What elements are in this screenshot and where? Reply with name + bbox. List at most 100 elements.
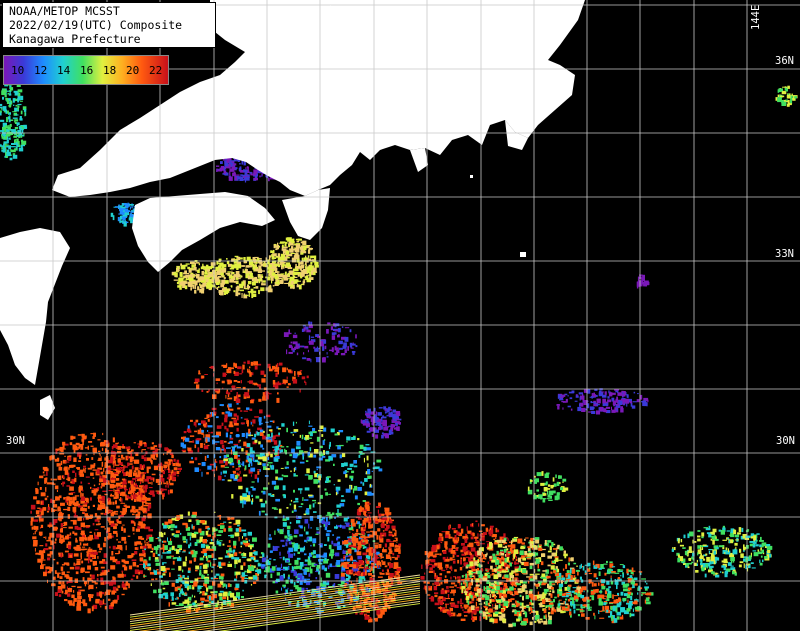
sst-pixel	[270, 495, 274, 497]
sst-pixel	[275, 485, 279, 490]
sst-pixel	[245, 265, 250, 268]
sst-pixel	[259, 422, 263, 425]
sst-pixel	[577, 585, 580, 587]
sst-pixel	[548, 615, 552, 620]
sst-pixel	[606, 609, 609, 613]
sst-pixel	[344, 583, 348, 585]
sst-pixel	[295, 474, 298, 477]
sst-pixel	[80, 445, 84, 450]
sst-pixel	[489, 556, 492, 559]
sst-pixel	[100, 566, 105, 569]
sst-pixel	[555, 557, 559, 562]
sst-pixel	[336, 545, 342, 550]
sst-pixel	[364, 522, 367, 528]
sst-pixel	[491, 583, 496, 585]
sst-pixel	[467, 550, 470, 555]
sst-pixel	[173, 458, 176, 462]
sst-pixel	[234, 552, 238, 556]
sst-pixel	[529, 621, 533, 626]
sst-pixel	[175, 605, 179, 607]
sst-pixel	[308, 573, 311, 577]
sst-pixel	[573, 562, 577, 565]
sst-pixel	[376, 459, 382, 463]
sst-pixel	[359, 612, 364, 615]
sst-pixel	[56, 561, 59, 565]
sst-pixel	[70, 481, 73, 484]
sst-pixel	[394, 537, 398, 539]
sst-pixel	[243, 474, 248, 477]
sst-pixel	[140, 492, 143, 498]
sst-pixel	[171, 596, 174, 600]
sst-pixel	[290, 431, 293, 434]
sst-pixel	[69, 603, 74, 606]
sst-pixel	[177, 474, 179, 477]
sst-pixel	[285, 466, 289, 469]
sst-pixel	[64, 469, 69, 475]
sst-pixel	[60, 566, 64, 571]
sst-pixel	[433, 586, 438, 591]
sst-pixel	[285, 250, 289, 255]
sst-pixel	[352, 542, 357, 547]
sst-pixel	[221, 265, 225, 270]
sst-pixel	[504, 583, 508, 587]
sst-pixel	[220, 471, 222, 475]
sst-pixel	[131, 449, 134, 452]
sst-pixel	[102, 599, 105, 605]
sst-pixel	[40, 492, 46, 497]
sst-pixel	[153, 589, 157, 594]
sst-pixel	[489, 618, 495, 622]
sst-pixel	[74, 495, 80, 497]
sst-pixel	[632, 601, 636, 605]
sst-pixel	[304, 264, 307, 266]
sst-pixel	[461, 575, 464, 578]
sst-pixel	[221, 412, 225, 415]
sst-pixel	[363, 457, 365, 463]
sst-pixel	[99, 574, 103, 576]
sst-pixel	[180, 584, 183, 587]
sst-pixel	[271, 480, 277, 485]
sst-pixel	[332, 534, 334, 536]
sst-pixel	[208, 596, 211, 601]
sst-pixel	[333, 484, 335, 486]
sst-pixel	[139, 481, 142, 485]
sst-pixel	[335, 562, 339, 566]
sst-pixel	[451, 545, 456, 549]
sst-pixel	[266, 559, 269, 564]
sst-pixel	[162, 494, 164, 500]
sst-pixel	[246, 443, 251, 447]
sst-pixel	[151, 481, 153, 485]
sst-pixel	[553, 552, 555, 555]
sst-pixel	[570, 568, 572, 574]
sst-pixel	[228, 424, 234, 428]
sst-pixel	[254, 268, 259, 272]
sst-pixel	[365, 549, 371, 553]
sst-pixel	[337, 479, 341, 482]
sst-pixel	[293, 489, 295, 493]
sst-pixel	[242, 589, 244, 592]
sst-pixel	[529, 602, 532, 605]
sst-pixel	[234, 454, 238, 459]
sst-pixel	[371, 523, 373, 529]
sst-pixel	[349, 463, 354, 467]
sst-pixel	[460, 598, 462, 603]
sst-pixel	[634, 606, 640, 610]
sst-pixel	[68, 577, 73, 582]
sst-pixel	[97, 523, 101, 525]
sst-pixel	[388, 601, 391, 603]
sst-pixel	[521, 602, 524, 607]
sst-pixel	[604, 605, 610, 610]
sst-pixel	[201, 462, 206, 467]
sst-pixel	[128, 491, 132, 495]
sst-pixel	[483, 532, 487, 535]
sst-pixel	[308, 431, 311, 435]
sst-pixel	[224, 448, 226, 453]
sst-pixel	[227, 583, 231, 588]
sst-pixel	[197, 603, 201, 605]
sst-pixel	[375, 520, 379, 523]
sst-pixel	[300, 261, 304, 264]
sst-pixel	[346, 555, 349, 558]
sst-pixel	[498, 565, 502, 569]
sst-pixel	[235, 474, 237, 479]
sst-pixel	[304, 451, 308, 453]
sst-pixel	[191, 457, 193, 460]
